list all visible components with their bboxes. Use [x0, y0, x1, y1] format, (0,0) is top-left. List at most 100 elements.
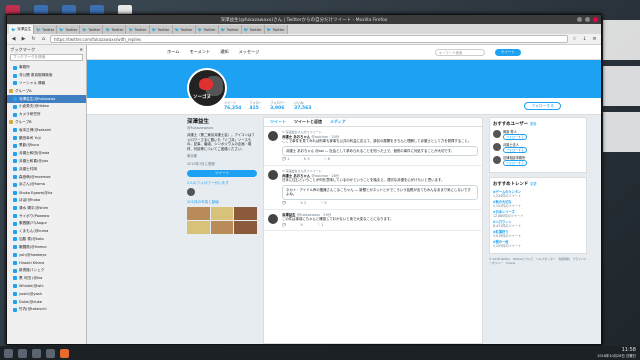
suggested-user[interactable]: 菅原 秀人 フォローする	[493, 130, 583, 140]
taskbar-app-icon[interactable]	[32, 348, 41, 358]
close-icon[interactable]: ✕	[79, 47, 83, 52]
bookmark-item[interactable]: ソーシャル 情報	[7, 80, 86, 88]
background-window[interactable]	[603, 20, 640, 60]
tweet-avatar[interactable]	[268, 131, 278, 141]
bookmark-item[interactable]: 黒影(@kuro	[7, 142, 86, 150]
tweet-handle[interactable]: @aoichan · 28分	[312, 174, 340, 178]
bookmark-item[interactable]: 新書館パンェク	[7, 267, 86, 275]
bookmark-item[interactable]: 黒 可田 (@kia	[7, 275, 86, 283]
bookmark-item[interactable]: 小倉秀夫(@Hideo	[7, 103, 86, 111]
profile-name[interactable]: 深澤益生	[187, 117, 257, 125]
browser-tab[interactable]: 🐦 Twitter	[126, 25, 150, 34]
reply-icon[interactable]: 💬 1	[282, 157, 289, 162]
profile-handle[interactable]: @fukazawaxx	[187, 125, 257, 130]
quoted-tweet[interactable]: 弁護士 あおちゃん @aoi — 社会として求められることを知った上で、個別の事…	[282, 145, 478, 157]
suggested-user[interactable]: 弁護士法人 フォローする	[493, 143, 583, 153]
reply-icon[interactable]: 💬	[282, 223, 286, 228]
bookmark-item[interactable]: Hiroaki Kihara	[7, 259, 86, 267]
trend-item[interactable]: #ゲームのカンタン 1,234件のツイート	[493, 190, 583, 198]
tweet-author[interactable]: 弁護士 あおちゃん	[282, 135, 312, 139]
bookmark-item[interactable]: ほぼ(@hobo	[7, 197, 86, 205]
bookmark-item[interactable]: 森島萌(@moemoe	[7, 173, 86, 181]
nav-messages[interactable]: メッセージ	[239, 49, 260, 55]
tab-tweets[interactable]: ツイート	[270, 119, 286, 125]
media-thumbnail[interactable]	[234, 207, 257, 221]
profile-stat[interactable]: いいね 37,563	[294, 101, 311, 111]
address-bar[interactable]: https://twitter.com/fukazawaxx/with_repl…	[50, 35, 568, 43]
browser-tab[interactable]: 🐦 Twitter	[103, 25, 127, 34]
bookmark-item[interactable]: 竹内(@takeuchi	[7, 306, 86, 314]
trend-item[interactable]: #紅葉狩り 3,019件のツイート	[493, 230, 583, 238]
maximize-icon[interactable]	[585, 17, 590, 22]
media-label[interactable]: 201件の写真と動画	[187, 200, 257, 205]
user-avatar[interactable]	[493, 143, 501, 151]
tweet-handle[interactable]: @aoichan · 20分	[312, 135, 340, 139]
bookmark-item[interactable]: Shoko Egawa(@ha	[7, 189, 86, 197]
browser-tab[interactable]: 🐦 Twitter	[34, 25, 58, 34]
bookmark-item[interactable]: カメラ研究所	[7, 111, 86, 119]
tweet-handle[interactable]: @fukazawaxx · 29分	[297, 213, 331, 217]
home-icon[interactable]: ⌂	[40, 36, 47, 43]
browser-tab[interactable]: 🐦 Twitter	[195, 25, 219, 34]
reply-icon[interactable]: 💬	[282, 201, 286, 206]
bookmark-item[interactable]: 深澤益生(@fukazawa	[7, 95, 86, 103]
bookmark-item[interactable]: 戦闘員(@Hamur	[7, 243, 86, 251]
taskbar-app-icon[interactable]	[46, 348, 55, 358]
tweet-avatar[interactable]	[268, 169, 278, 180]
bookmark-item[interactable]: サイボウ(Poweow	[7, 212, 86, 220]
taskbar-app-icon[interactable]	[18, 348, 27, 358]
trend-item[interactable]: #ハロウィン 8,421件のツイート	[493, 220, 583, 228]
user-avatar[interactable]	[493, 130, 501, 138]
menu-icon[interactable]: ≡	[591, 36, 598, 43]
bookmark-item[interactable]: Duke(@duke	[7, 298, 86, 306]
bookmark-item[interactable]: 非公開 原真樹様検索	[7, 72, 86, 80]
follow-user-button[interactable]: フォローする	[503, 134, 528, 140]
tweet-avatar[interactable]	[268, 213, 278, 224]
followers-you-know[interactable]: 2人のフォロワーがいます	[187, 181, 257, 186]
trend-item[interactable]: #日本シリーズ 12,880件のツイート	[493, 210, 583, 218]
like-icon[interactable]: ♡ 8	[324, 157, 330, 162]
browser-tab[interactable]: 🐦 Twitter	[80, 25, 104, 34]
media-thumbnail[interactable]	[210, 221, 234, 235]
tab-media[interactable]: メディア	[330, 119, 346, 125]
quoted-tweet[interactable]: ネカト・アイドル声の鑑識さんこなこちゃん — 新聞とかネットとかでこういう話題が…	[282, 184, 478, 200]
bookmark-folder[interactable]: グループB	[7, 119, 86, 127]
media-thumbnail[interactable]	[187, 221, 210, 235]
tweet[interactable]: ↻ 深澤益生さんがリツイート 弁護士 あおちゃん @aoichan · 28分 日本…	[264, 166, 482, 210]
tweet[interactable]: ↻ 深澤益生さんがリツイート 弁護士 あおちゃん @aoichan · 20分 ここ…	[264, 127, 482, 166]
start-menu-icon[interactable]	[4, 348, 13, 358]
trend-item[interactable]: #朝の一枚 2,205件のツイート	[493, 240, 583, 248]
refresh-link[interactable]: 更新	[530, 122, 536, 126]
bookmark-item[interactable]: 弁護士和田(@wda	[7, 150, 86, 158]
change-link[interactable]: 変更	[530, 182, 536, 186]
nav-tweet-button[interactable]: ツイート	[494, 48, 521, 56]
follow-button[interactable]: フォローする	[524, 102, 561, 110]
retweet-icon[interactable]: ↻ 2	[300, 201, 306, 206]
media-thumbnail[interactable]	[187, 207, 210, 221]
browser-tab[interactable]: 🐦 深澤益生	[9, 25, 35, 34]
bookmark-item[interactable]: yoshi(@yosh	[7, 290, 86, 298]
bookmark-item[interactable]: 素養鶴(??(Aogur	[7, 220, 86, 228]
nav-moments[interactable]: モーメント	[189, 49, 210, 55]
bookmark-search-input[interactable]: ブックマークを検索	[10, 54, 83, 61]
profile-stat[interactable]: フォロワー 3,906	[270, 101, 286, 111]
profile-tweet-button[interactable]: ツイート	[187, 170, 257, 178]
bookmark-item[interactable]: 弁護士和喜(@yos	[7, 158, 86, 166]
profile-stat[interactable]: ツイート 76,254	[224, 101, 241, 111]
bookmark-folder[interactable]: グループA	[7, 87, 86, 95]
tweet-author[interactable]: 弁護士 あおちゃん	[282, 174, 312, 178]
background-window[interactable]	[603, 112, 640, 152]
nav-notifications[interactable]: 通知	[220, 49, 228, 55]
window-titlebar[interactable]: 深澤益生(@fukazawaxx)さん | Twitterからの自分だけツイート…	[7, 15, 601, 24]
profile-avatar[interactable]: ソーゴヌ	[187, 68, 227, 108]
forward-icon[interactable]: ▶	[20, 36, 27, 43]
follow-user-button[interactable]: フォローする	[503, 147, 528, 153]
bookmark-item[interactable]: 坂本正博(@sakami	[7, 126, 86, 134]
browser-tab[interactable]: 🐦 Twitter	[241, 25, 265, 34]
retweet-icon[interactable]: ↻	[300, 223, 303, 228]
background-window[interactable]	[603, 66, 640, 106]
twitter-search-input[interactable]: キーワード検索	[434, 48, 485, 56]
bookmark-item[interactable]: 弁護士村岡	[7, 165, 86, 173]
bookmark-item[interactable]: 加藤 泰(@kato	[7, 236, 86, 244]
retweet-icon[interactable]: ↻ 3	[303, 157, 309, 162]
